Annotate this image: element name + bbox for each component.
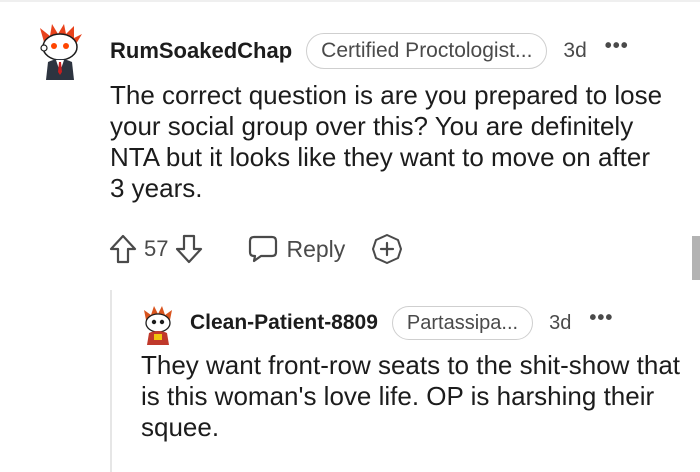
- timestamp: 3d: [563, 39, 587, 62]
- more-options-icon[interactable]: •••: [605, 35, 629, 58]
- comment-body: The correct question is are you prepared…: [110, 80, 663, 203]
- comment-actions: 57 Reply: [108, 232, 403, 266]
- comment-header: RumSoakedChap Certified Proctologist... …: [110, 32, 629, 70]
- reply-button[interactable]: Reply: [248, 235, 345, 263]
- plus-award-icon[interactable]: [371, 232, 403, 266]
- username[interactable]: RumSoakedChap: [110, 38, 292, 64]
- avatar[interactable]: [140, 304, 176, 346]
- comment-header: Clean-Patient-8809 Partassipa... 3d •••: [190, 305, 613, 341]
- avatar[interactable]: [36, 22, 84, 82]
- divider: [0, 0, 700, 2]
- thread-line[interactable]: [110, 290, 112, 472]
- scrollbar-thumb[interactable]: [692, 236, 700, 280]
- comment-thread: RumSoakedChap Certified Proctologist... …: [0, 0, 700, 472]
- reply-label: Reply: [286, 235, 346, 262]
- more-options-icon[interactable]: •••: [589, 307, 613, 330]
- username[interactable]: Clean-Patient-8809: [190, 311, 378, 335]
- vote-count: 57: [144, 236, 169, 261]
- upvote-arrow-icon[interactable]: [108, 232, 138, 266]
- comment-body: They want front-row seats to the shit-sh…: [141, 350, 681, 442]
- speech-bubble-icon: [249, 235, 278, 263]
- timestamp: 3d: [549, 311, 572, 334]
- user-flair: Certified Proctologist...: [306, 33, 548, 69]
- downvote-arrow-icon[interactable]: [174, 232, 204, 266]
- user-flair: Partassipa...: [391, 306, 534, 340]
